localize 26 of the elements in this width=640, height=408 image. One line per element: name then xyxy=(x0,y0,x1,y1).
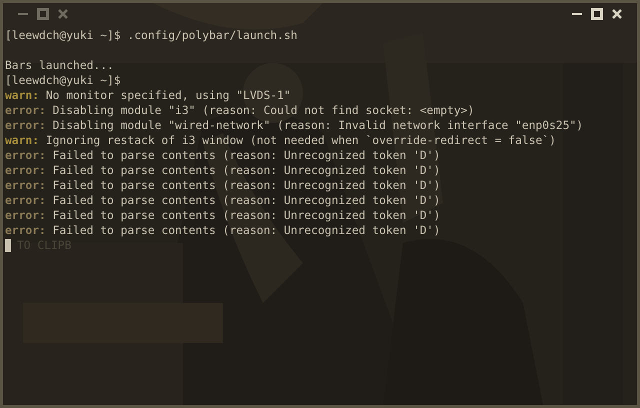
log-level-label: error: xyxy=(5,163,46,178)
log-message: Disabling module "i3" (reason: Could not find socket: <empty>) xyxy=(52,103,474,118)
terminal-line: [leewdch@yuki ~]$ xyxy=(5,73,121,88)
log-message: Disabling module "wired-network" (reason: Invalid network interface "enp0s25") xyxy=(52,118,584,133)
log-message: Failed to parse contents (reason: Unrecognized token 'D') xyxy=(52,178,440,193)
log-level-label: error: xyxy=(5,223,46,238)
log-level-label: error: xyxy=(5,208,46,223)
terminal-line: Bars launched... xyxy=(5,58,114,73)
log-level-label: error: xyxy=(5,118,46,133)
log-message: Failed to parse contents (reason: Unrecognized token 'D') xyxy=(52,223,440,238)
close-icon[interactable] xyxy=(611,8,623,20)
log-level-label: warn: xyxy=(5,133,40,148)
log-message: Ignoring restack of i3 window (not needed when `override-redirect = false`) xyxy=(46,133,556,148)
terminal-line: [leewdch@yuki ~]$ .config/polybar/launch.sh xyxy=(5,28,298,43)
log-level-label: error: xyxy=(5,103,46,118)
cursor xyxy=(5,239,11,252)
log-message: Failed to parse contents (reason: Unrecognized token 'D') xyxy=(52,193,440,208)
log-level-label: warn: xyxy=(5,88,40,103)
log-level-label: error: xyxy=(5,178,46,193)
log-level-label: error: xyxy=(5,148,46,163)
log-level-label: error: xyxy=(5,193,46,208)
maximize-icon[interactable] xyxy=(591,8,603,20)
log-message: No monitor specified, using "LVDS-1" xyxy=(46,88,291,103)
log-message: Failed to parse contents (reason: Unrecognized token 'D') xyxy=(52,163,440,178)
log-message: Failed to parse contents (reason: Unrecognized token 'D') xyxy=(52,208,440,223)
log-message: Failed to parse contents (reason: Unrecognized token 'D') xyxy=(52,148,440,163)
